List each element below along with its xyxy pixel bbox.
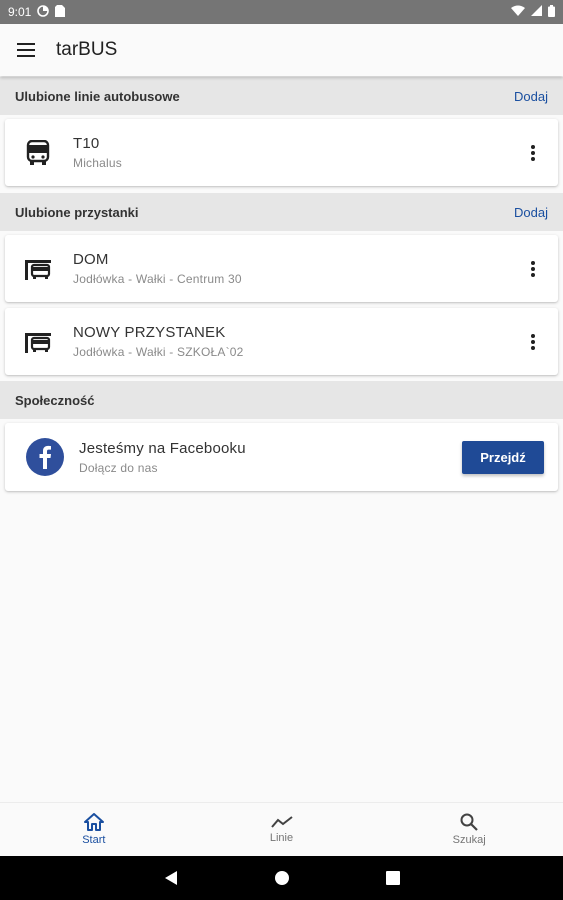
favorite-stop-card[interactable]: DOM Jodłówka - Wałki - Centrum 30 [5, 235, 558, 302]
line-operator: Michalus [73, 156, 122, 170]
facebook-icon [26, 438, 64, 476]
facebook-card: Jesteśmy na Facebooku Dołącz do nas Prze… [5, 423, 558, 491]
stop-more-button[interactable] [508, 244, 558, 294]
add-stop-button[interactable]: Dodaj [514, 205, 548, 220]
trending-line-icon [270, 816, 293, 828]
stop-name: DOM [73, 251, 109, 268]
facebook-title: Jesteśmy na Facebooku [79, 439, 246, 457]
nav-item-search[interactable]: Szukaj [375, 803, 563, 856]
bus-stop-icon [25, 332, 51, 353]
line-name: T10 [73, 135, 100, 152]
nav-item-start[interactable]: Start [0, 803, 188, 856]
more-vert-icon [531, 144, 535, 161]
nav-item-lines[interactable]: Linie [188, 803, 376, 856]
stop-location: Jodłówka - Wałki - Centrum 30 [73, 272, 242, 286]
app-title: tarBUS [56, 39, 118, 60]
home-icon [83, 813, 104, 831]
nav-label: Start [82, 834, 106, 846]
data-saver-icon [37, 4, 50, 20]
line-more-button[interactable] [508, 128, 558, 178]
favorite-line-card[interactable]: T10 Michalus [5, 119, 558, 186]
battery-icon [548, 4, 555, 20]
facebook-subtitle: Dołącz do nas [79, 460, 158, 475]
menu-button[interactable] [0, 24, 52, 76]
wifi-icon [511, 5, 525, 19]
recents-icon[interactable] [385, 871, 400, 885]
hamburger-menu-icon [17, 43, 35, 57]
section-header-favorite-lines: Ulubione linie autobusowe Dodaj [0, 77, 563, 115]
status-bar: 9:01 [0, 0, 563, 24]
section-title: Społeczność [15, 392, 95, 408]
stop-location: Jodłówka - Wałki - SZKOŁA`02 [73, 345, 244, 359]
favorite-stop-card[interactable]: NOWY PRZYSTANEK Jodłówka - Wałki - SZKOŁ… [5, 308, 558, 375]
app-bar: tarBUS [0, 24, 563, 76]
bottom-navigation: Start Linie Szukaj [0, 802, 563, 856]
section-title: Ulubione przystanki [15, 204, 139, 220]
section-header-community: Społeczność [0, 381, 563, 419]
status-time: 9:01 [8, 5, 32, 19]
stop-more-button[interactable] [508, 317, 558, 367]
sim-card-icon [55, 4, 66, 20]
signal-icon [531, 5, 542, 19]
app-screen: 9:01 tarBUS Ulubione linie autobusowe Do… [0, 0, 563, 900]
search-icon [460, 813, 478, 831]
more-vert-icon [531, 260, 535, 277]
section-title: Ulubione linie autobusowe [15, 88, 180, 104]
nav-label: Szukaj [452, 834, 486, 846]
add-line-button[interactable]: Dodaj [514, 89, 548, 104]
section-header-favorite-stops: Ulubione przystanki Dodaj [0, 193, 563, 231]
go-to-facebook-button[interactable]: Przejdź [462, 440, 544, 474]
bus-icon [26, 139, 50, 165]
bus-stop-icon [25, 259, 51, 280]
stop-name: NOWY PRZYSTANEK [73, 324, 226, 341]
back-icon[interactable] [164, 870, 178, 886]
home-button-icon[interactable] [274, 870, 290, 886]
nav-label: Linie [269, 832, 294, 844]
more-vert-icon [531, 333, 535, 350]
system-navigation-bar [0, 856, 563, 900]
